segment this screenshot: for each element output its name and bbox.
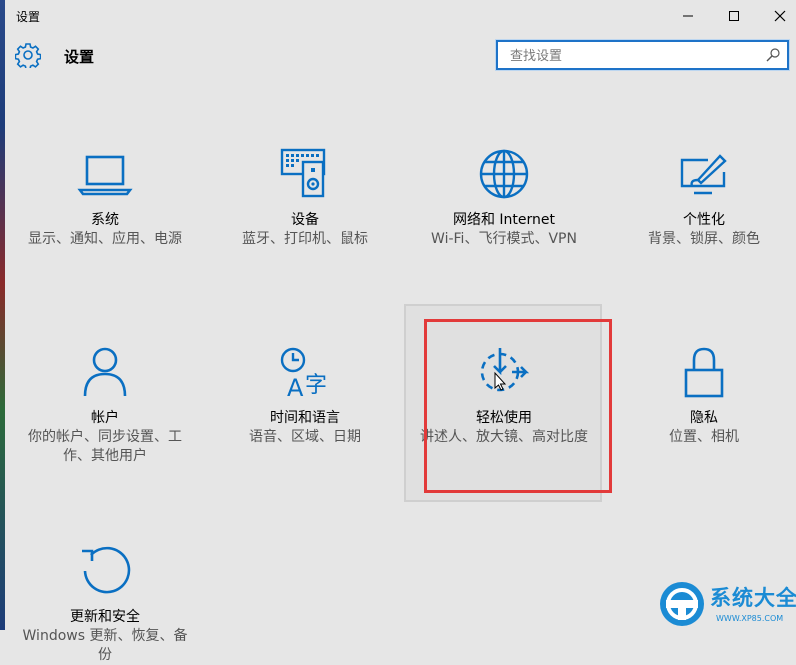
tile-privacy-title: 隐私	[690, 410, 718, 426]
window-title: 设置	[16, 10, 41, 24]
title-bar: 设置	[5, 0, 796, 32]
tile-network-desc: Wi-Fi、飞行模式、VPN	[431, 231, 577, 247]
tile-accounts-desc: 你的帐户、同步设置、工作、其他用户	[28, 429, 182, 464]
tile-system-desc: 显示、通知、应用、电源	[28, 231, 182, 247]
tile-devices[interactable]: 设备 蓝牙、打印机、鼠标	[205, 148, 405, 249]
person-icon	[83, 347, 127, 397]
tile-personalization-title: 个性化	[683, 212, 725, 228]
tile-network[interactable]: 网络和 Internet Wi-Fi、飞行模式、VPN	[404, 148, 604, 249]
search-input[interactable]	[508, 46, 762, 66]
maximize-icon	[729, 11, 739, 21]
minimize-button[interactable]	[665, 0, 711, 32]
tile-personalization[interactable]: 个性化 背景、锁屏、颜色	[604, 148, 796, 249]
gear-icon	[15, 43, 41, 68]
search-box[interactable]	[496, 40, 789, 70]
app-header: 设置	[5, 38, 796, 78]
tile-privacy[interactable]: 隐私 位置、相机	[604, 346, 796, 447]
tile-privacy-desc: 位置、相机	[669, 429, 739, 445]
tile-accounts-title: 帐户	[91, 410, 119, 426]
tile-update-security-title: 更新和安全	[70, 609, 140, 625]
page-title: 设置	[64, 48, 95, 66]
svg-text:A: A	[287, 374, 304, 402]
close-button[interactable]	[757, 0, 796, 32]
tile-time-language[interactable]: A 字 时间和语言 语音、区域、日期	[205, 346, 405, 447]
watermark-url: WWW.XP85.COM	[716, 614, 784, 623]
tile-system[interactable]: 系统 显示、通知、应用、电源	[5, 148, 205, 249]
watermark: 系统大全 WWW.XP85.COM	[658, 580, 796, 630]
tile-network-title: 网络和 Internet	[452, 212, 556, 228]
tile-accounts[interactable]: 帐户 你的帐户、同步设置、工作、其他用户	[5, 346, 205, 466]
lock-icon	[684, 347, 724, 398]
tile-update-security[interactable]: 更新和安全 Windows 更新、恢复、备份	[5, 545, 205, 665]
close-icon	[774, 10, 786, 22]
tile-personalization-desc: 背景、锁屏、颜色	[648, 231, 760, 247]
maximize-button[interactable]	[711, 0, 757, 32]
tile-time-language-title: 时间和语言	[270, 410, 340, 426]
tile-devices-desc: 蓝牙、打印机、鼠标	[242, 231, 368, 247]
laptop-icon	[77, 155, 133, 196]
time-language-icon: A 字	[280, 347, 327, 402]
minimize-icon	[683, 15, 693, 17]
globe-icon	[479, 149, 529, 199]
tile-time-language-desc: 语音、区域、日期	[249, 429, 361, 445]
tile-update-security-desc: Windows 更新、恢复、备份	[22, 628, 188, 663]
tile-system-title: 系统	[91, 212, 119, 228]
search-icon[interactable]	[765, 47, 781, 63]
settings-window: 设置 设置 查找设置 系统 显示、通知、应用、电源 设备 蓝牙、打印机、鼠标 网…	[5, 0, 796, 663]
watermark-logo-icon	[660, 582, 704, 626]
devices-icon	[280, 148, 326, 198]
tile-devices-title: 设备	[291, 212, 319, 228]
highlight-annotation-box	[424, 319, 612, 493]
personalization-icon	[680, 154, 727, 195]
watermark-text: 系统大全	[710, 586, 796, 610]
svg-text:字: 字	[305, 373, 327, 398]
update-icon	[82, 546, 131, 594]
